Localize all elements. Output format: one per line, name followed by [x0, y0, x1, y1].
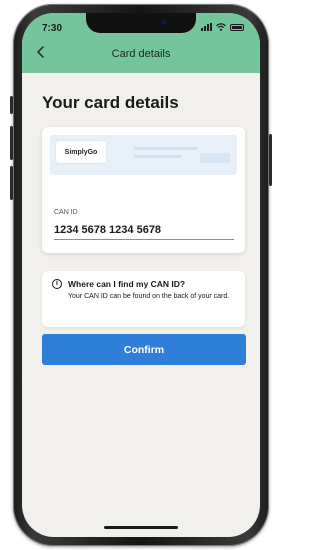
- notch: [86, 13, 196, 33]
- status-icons: [201, 23, 244, 31]
- confirm-button[interactable]: Confirm: [42, 334, 246, 365]
- signal-icon: [201, 23, 212, 31]
- mute-switch: [10, 96, 13, 114]
- can-id-input[interactable]: [54, 221, 234, 240]
- info-icon: i: [52, 279, 62, 289]
- volume-up-button: [10, 126, 13, 160]
- wifi-icon: [216, 23, 226, 31]
- help-body: Your CAN ID can be found on the back of …: [68, 293, 230, 300]
- phone-frame: 7:30 Card details Your card details Simp…: [10, 4, 272, 546]
- power-button: [269, 134, 272, 186]
- help-title: Where can I find my CAN ID?: [68, 279, 186, 289]
- app-screen: 7:30 Card details Your card details Simp…: [22, 13, 260, 537]
- app-header: 7:30 Card details: [22, 13, 260, 73]
- page-title: Your card details: [42, 93, 179, 112]
- camera-icon: [161, 19, 167, 25]
- volume-down-button: [10, 166, 13, 200]
- battery-icon: [230, 23, 244, 31]
- simplygo-logo: SimplyGo: [56, 141, 106, 163]
- card-decor-line: [134, 147, 198, 150]
- card-decor-line: [134, 155, 182, 158]
- can-id-help-box: i Where can I find my CAN ID? Your CAN I…: [42, 271, 245, 327]
- card-details-panel: SimplyGo CAN ID: [42, 127, 245, 253]
- can-id-label: CAN ID: [54, 209, 78, 216]
- home-indicator: [104, 526, 178, 529]
- card-illustration: SimplyGo: [50, 135, 237, 175]
- card-decor-block: [200, 153, 230, 163]
- status-time: 7:30: [42, 23, 63, 34]
- header-title: Card details: [111, 48, 171, 60]
